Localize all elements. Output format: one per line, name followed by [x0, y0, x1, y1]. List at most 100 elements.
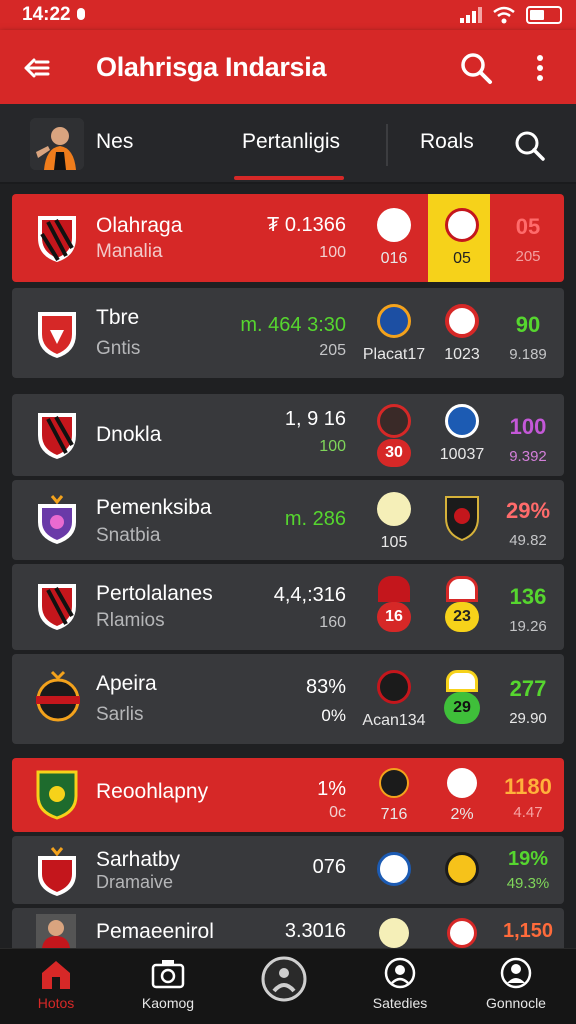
percent-sub: 205 — [515, 248, 541, 265]
player-avatar[interactable] — [30, 118, 84, 170]
col-b-label: 1023 — [444, 346, 480, 363]
stat-value: ₮ 0.1366 — [267, 214, 346, 236]
stat-value: m. 286 — [284, 508, 346, 530]
col-b: 1023 — [430, 304, 494, 364]
search-icon[interactable] — [512, 128, 548, 164]
table-row[interactable]: Apeira Sarlis 83% 0% Acan134 29 277 29.9… — [12, 654, 564, 744]
col-c: 100 9.392 — [496, 414, 560, 465]
col-b: 10037 — [430, 404, 494, 464]
club-crest-icon — [36, 770, 78, 820]
ball-icon — [445, 304, 479, 338]
ball-icon — [447, 918, 477, 948]
team-name: Dnokla — [96, 423, 162, 446]
col-b — [430, 918, 494, 948]
col-a — [352, 852, 436, 891]
col-a: 016 — [352, 208, 436, 268]
stat-value: 1% — [317, 778, 346, 800]
col-b: 05 — [430, 208, 494, 268]
tab-goals[interactable]: Roals — [420, 130, 474, 154]
club-badge-icon — [445, 404, 479, 438]
club-badge-icon — [377, 304, 411, 338]
player-avatar — [36, 914, 76, 948]
club-crest-icon — [445, 496, 479, 542]
table-row[interactable]: Dnokla 1, 9 16 100 30 10037 100 9.392 — [12, 394, 564, 476]
col-c: 277 29.90 — [496, 676, 560, 727]
club-badge-icon — [445, 852, 479, 886]
status-icons — [460, 4, 562, 26]
table-row[interactable]: Olahraga Manalia ₮ 0.1366 100 016 05 05 … — [12, 194, 564, 282]
table-row[interactable]: Pemenksiba Snatbia m. 286 105 29% 49.82 — [12, 480, 564, 560]
club-crest-icon — [38, 847, 76, 896]
col-a: 105 — [352, 492, 436, 552]
profile-badge-icon — [384, 957, 416, 989]
team-name: Pertolalanes — [96, 582, 213, 605]
nav-label: Kaomog — [141, 995, 195, 1011]
status-bar: 14:22 — [0, 0, 576, 30]
col-a: 716 — [352, 768, 436, 824]
club-badge-icon — [377, 492, 411, 526]
team-name: Pemenksiba — [96, 496, 212, 519]
club-crest-icon — [38, 413, 76, 459]
app-bar: Olahrisga Indarsia — [0, 30, 576, 104]
team-name: Apeira — [96, 672, 157, 695]
nav-home[interactable]: Hotos — [6, 957, 106, 1011]
ball-icon — [445, 208, 479, 242]
score-pill: 30 — [377, 439, 411, 467]
stat-subvalue: 205 — [319, 342, 346, 359]
col-a: 30 — [352, 404, 436, 467]
stat-value: 4,4,:316 — [273, 584, 346, 606]
col-c: 136 19.26 — [496, 584, 560, 635]
team-name: Tbre — [96, 306, 140, 329]
percent-sub: 49.82 — [509, 532, 547, 549]
tab-news[interactable]: Nes — [96, 130, 133, 154]
club-crest-icon — [38, 312, 76, 358]
table-row[interactable]: Pemaeenirol 3.3016 1,150 — [12, 908, 564, 948]
score-pill: 29 — [444, 692, 480, 724]
col-a-label: Placat17 — [362, 346, 426, 363]
trophy-icon — [377, 208, 411, 242]
col-a-label: Acan134 — [362, 712, 426, 729]
battery-icon — [526, 6, 562, 24]
tab-matches[interactable]: Pertanligis — [242, 130, 340, 154]
search-icon[interactable] — [456, 48, 496, 88]
notification-dot-icon — [77, 8, 85, 20]
signal-icon — [460, 7, 482, 23]
status-time: 14:22 — [22, 4, 71, 25]
ball-icon — [261, 956, 307, 1002]
col-c: 29% 49.82 — [496, 498, 560, 549]
score-pill: 16 — [377, 602, 411, 632]
percent-sub: 9.189 — [509, 346, 547, 363]
bottom-nav: Hotos Kaomog Satedies Gonnocle — [0, 948, 576, 1024]
more-vert-icon[interactable] — [528, 48, 552, 88]
percent-value: 05 — [515, 214, 541, 239]
club-badge-icon — [379, 768, 409, 798]
col-a-label: 716 — [380, 806, 408, 823]
table-row[interactable]: Pertolalanes Rlamios 4,4,:316 160 16 23 … — [12, 564, 564, 650]
nav-profile[interactable]: Gonnocle — [466, 957, 566, 1011]
club-badge-icon — [379, 918, 409, 948]
nav-label: Satedies — [372, 995, 428, 1011]
col-a — [352, 918, 436, 948]
col-b: 23 — [430, 576, 494, 632]
club-crest-icon — [36, 670, 80, 722]
percent-sub: 29.90 — [509, 710, 547, 727]
stat-subvalue: 0c — [329, 804, 346, 821]
table-row[interactable]: Tbre Gntis m. 464 3:30 205 Placat17 1023… — [12, 288, 564, 378]
col-a-label: 016 — [380, 250, 408, 267]
col-a: Acan134 — [352, 670, 436, 730]
nav-camera[interactable]: Kaomog — [118, 957, 218, 1011]
percent-value: 1180 — [504, 774, 552, 799]
back-arrow-icon[interactable] — [18, 48, 58, 88]
team-sub: Dramaive — [96, 872, 174, 892]
stat-value: 3.3016 — [284, 920, 346, 942]
club-badge-icon — [377, 670, 411, 704]
nav-stats[interactable]: Satedies — [350, 957, 450, 1011]
table-row[interactable]: Reoohlapny 1% 0c 716 2% 1180 4.47 — [12, 758, 564, 832]
ball-icon — [446, 670, 478, 692]
page-title: Olahrisga Indarsia — [96, 52, 327, 82]
tab-divider — [386, 124, 388, 166]
table-row[interactable]: Sarhatby Dramaive 076 19% 49.3% — [12, 836, 564, 904]
team-name: Olahraga — [96, 214, 183, 237]
nav-label: Gonnocle — [486, 995, 546, 1011]
nav-center[interactable] — [234, 955, 334, 1007]
